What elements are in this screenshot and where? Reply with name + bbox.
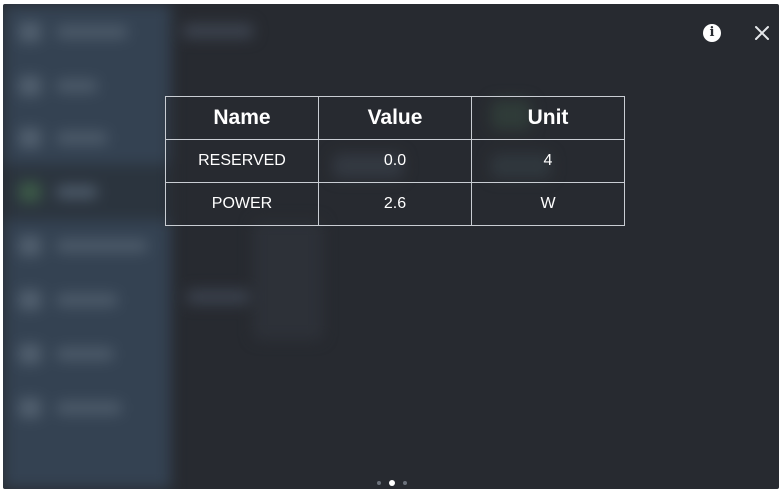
dialog-screen: i Name Value Unit RESERVED 0.0 4 POWER 2… [3,4,779,489]
cell-name: POWER [165,182,319,226]
table-header-row: Name Value Unit [165,96,625,140]
cell-value: 2.6 [318,182,472,226]
cell-unit: 4 [471,139,625,183]
header-value: Value [318,96,472,140]
header-name: Name [165,96,319,140]
value-table: Name Value Unit RESERVED 0.0 4 POWER 2.6… [165,96,625,226]
page-dot[interactable] [403,481,407,485]
close-icon[interactable] [751,22,773,44]
info-icon[interactable]: i [703,24,721,42]
page-indicator [377,480,407,486]
page-dot-active[interactable] [389,480,395,486]
cell-name: RESERVED [165,139,319,183]
cell-unit: W [471,182,625,226]
page-dot[interactable] [377,481,381,485]
blurred-background [3,4,779,489]
table-row: RESERVED 0.0 4 [165,139,625,183]
table-row: POWER 2.6 W [165,182,625,226]
header-unit: Unit [471,96,625,140]
cell-value: 0.0 [318,139,472,183]
background-sidebar [3,4,171,489]
